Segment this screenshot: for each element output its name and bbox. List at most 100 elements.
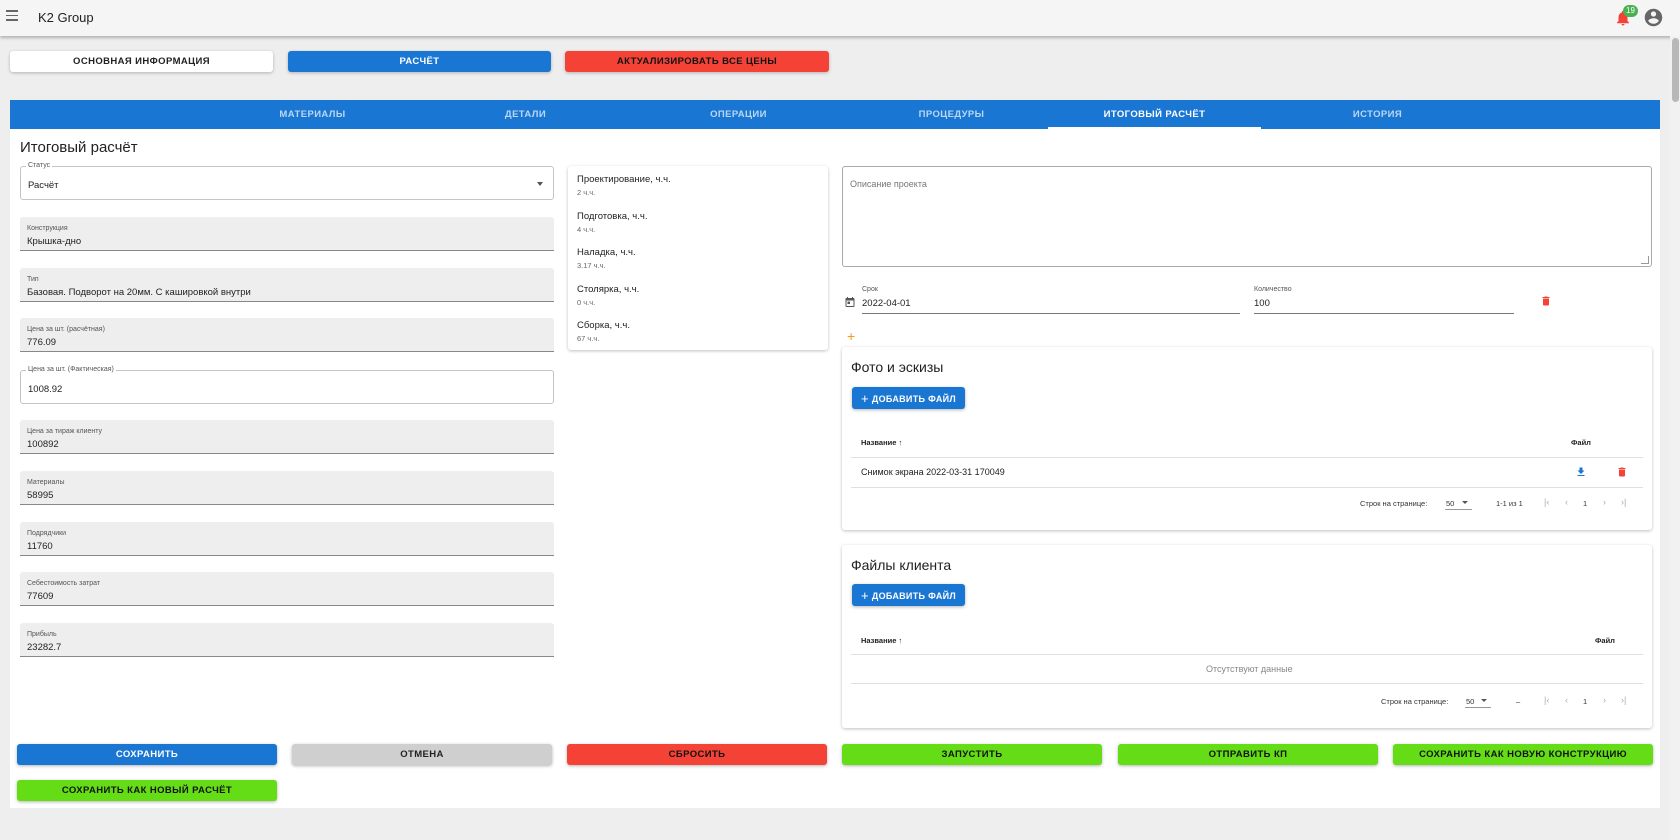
send-kp-button[interactable]: ОТПРАВИТЬ КП	[1118, 744, 1378, 765]
status-select[interactable]: Статус Расчёт	[20, 162, 554, 200]
tab-details[interactable]: ДЕТАЛИ	[419, 100, 632, 129]
hours-item: Сборка, ч.ч. 67 ч.ч.	[577, 320, 630, 343]
quantity-field[interactable]: Количество 100	[1254, 286, 1514, 314]
add-icon[interactable]: +	[847, 329, 855, 343]
profit-value: 23282.7	[27, 642, 62, 653]
hours-item-value: 67 ч.ч.	[577, 334, 600, 343]
contractors-value: 11760	[27, 541, 53, 552]
materials-label: Материалы	[27, 479, 65, 486]
price-run-label: Цена за тираж клиенту	[27, 428, 103, 435]
file-name-cell: Снимок экрана 2022-03-31 170049	[861, 467, 1005, 477]
chevron-down-icon	[1481, 699, 1487, 702]
main-info-button[interactable]: ОСНОВНАЯ ИНФОРМАЦИЯ	[10, 51, 273, 72]
delete-icon[interactable]	[1616, 465, 1628, 479]
divider	[851, 487, 1643, 488]
materials-value: 58995	[27, 490, 54, 501]
tab-history[interactable]: ИСТОРИЯ	[1271, 100, 1484, 129]
tab-final-calculation[interactable]: ИТОГОВЫЙ РАСЧЁТ	[1048, 100, 1261, 129]
add-photo-label: ДОБАВИТЬ ФАЙЛ	[871, 393, 957, 404]
delete-icon[interactable]	[1540, 294, 1552, 308]
tab-materials[interactable]: МАТЕРИАЛЫ	[206, 100, 419, 129]
hours-item-name: Подготовка, ч.ч.	[577, 211, 648, 222]
add-photo-button[interactable]: + ДОБАВИТЬ ФАЙЛ	[852, 387, 965, 409]
page-range: 1-1 из 1	[1496, 499, 1523, 508]
column-header-name-label: Название	[861, 438, 897, 447]
deadline-field[interactable]: Срок 2022-04-01	[862, 286, 1240, 314]
sort-arrow-icon: ↑	[898, 636, 903, 645]
column-header-name-label: Название	[861, 636, 897, 645]
hours-card: Проектирование, ч.ч. 2 ч.ч. Подготовка, …	[568, 166, 828, 350]
status-value: Расчёт	[28, 180, 59, 191]
hours-item-value: 3.17 ч.ч.	[577, 261, 606, 270]
page-range: –	[1516, 697, 1521, 706]
column-header-name[interactable]: Название ↑	[861, 438, 902, 447]
column-header-name[interactable]: Название ↑	[861, 636, 902, 645]
page-title: Итоговый расчёт	[20, 139, 138, 156]
hours-item: Подготовка, ч.ч. 4 ч.ч.	[577, 211, 647, 234]
tab-operations[interactable]: ОПЕРАЦИИ	[632, 100, 845, 129]
quantity-label: Количество	[1254, 286, 1292, 293]
client-files-card: Файлы клиента + ДОБАВИТЬ ФАЙЛ Название ↑ …	[842, 545, 1652, 728]
type-field[interactable]: Тип Базовая. Подворот на 20мм. С каширoв…	[20, 268, 554, 302]
last-page-icon[interactable]: ›|	[1621, 497, 1626, 507]
profit-field[interactable]: Прибыль 23282.7	[20, 623, 554, 657]
price-actual-value: 1008.92	[28, 384, 63, 395]
first-page-icon[interactable]: |‹	[1544, 497, 1549, 507]
menu-icon[interactable]	[6, 10, 18, 24]
account-icon[interactable]	[1643, 7, 1664, 28]
cost-field[interactable]: Себестоимость затрат 77609	[20, 572, 554, 606]
tab-procedures[interactable]: ПРОЦЕДУРЫ	[845, 100, 1058, 129]
last-page-icon[interactable]: ›|	[1621, 695, 1626, 705]
construction-label: Конструкция	[27, 225, 68, 232]
app-bar: K2 Group 19	[0, 0, 1680, 36]
prev-page-icon[interactable]: ‹	[1565, 695, 1568, 705]
contractors-label: Подрядчики	[27, 530, 67, 537]
add-client-file-button[interactable]: + ДОБАВИТЬ ФАЙЛ	[852, 584, 965, 606]
rows-per-page-select[interactable]: 50	[1465, 694, 1491, 708]
update-prices-button[interactable]: АКТУАЛИЗИРОВАТЬ ВСЕ ЦЕНЫ	[565, 51, 829, 72]
construction-field[interactable]: Конструкция Крышка-дно	[20, 217, 554, 251]
tab-bar: МАТЕРИАЛЫ ДЕТАЛИ ОПЕРАЦИИ ПРОЦЕДУРЫ ИТОГ…	[10, 100, 1660, 129]
status-label: Статус	[26, 162, 53, 169]
photos-title: Фото и эскизы	[851, 359, 944, 375]
save-new-calculation-button[interactable]: СОХРАНИТЬ КАК НОВЫЙ РАСЧЁТ	[17, 780, 277, 801]
next-page-icon[interactable]: ›	[1603, 497, 1606, 507]
cancel-button[interactable]: ОТМЕНА	[292, 744, 552, 765]
rows-per-page-value: 50	[1446, 499, 1455, 508]
calendar-icon[interactable]	[844, 296, 856, 308]
hours-item: Проектирование, ч.ч. 2 ч.ч.	[577, 174, 671, 197]
hours-item-name: Проектирование, ч.ч.	[577, 174, 671, 185]
calculation-button[interactable]: РАСЧЁТ	[288, 51, 551, 72]
chevron-down-icon	[537, 182, 543, 186]
client-files-title: Файлы клиента	[851, 557, 952, 573]
first-page-icon[interactable]: |‹	[1544, 695, 1549, 705]
price-run-field[interactable]: Цена за тираж клиенту 100892	[20, 420, 554, 454]
save-button[interactable]: СОХРАНИТЬ	[17, 744, 277, 765]
quantity-value: 100	[1254, 298, 1270, 309]
prev-page-icon[interactable]: ‹	[1565, 497, 1568, 507]
save-new-construction-button[interactable]: СОХРАНИТЬ КАК НОВУЮ КОНСТРУКЦИЮ	[1393, 744, 1653, 765]
resize-handle[interactable]	[1641, 256, 1649, 264]
price-calc-field[interactable]: Цена за шт. (расчётная) 776.09	[20, 318, 554, 352]
plus-icon: +	[860, 587, 869, 603]
project-description-textarea[interactable]: Описание проекта	[842, 166, 1652, 267]
materials-field[interactable]: Материалы 58995	[20, 471, 554, 505]
contractors-field[interactable]: Подрядчики 11760	[20, 522, 554, 556]
hours-item-value: 2 ч.ч.	[577, 188, 596, 197]
scrollbar-thumb[interactable]	[1672, 38, 1679, 102]
sort-arrow-icon: ↑	[898, 438, 903, 447]
chevron-down-icon	[1462, 501, 1468, 504]
rows-per-page-select[interactable]: 50	[1445, 496, 1472, 510]
page-number: 1	[1583, 499, 1588, 508]
reset-button[interactable]: СБРОСИТЬ	[567, 744, 827, 765]
price-actual-field[interactable]: Цена за шт. (Фактическая) 1008.92	[20, 366, 554, 404]
rows-per-page-label: Строк на странице:	[1381, 697, 1449, 706]
price-run-value: 100892	[27, 439, 59, 450]
hours-item-value: 4 ч.ч.	[577, 225, 596, 234]
hours-item: Наладка, ч.ч. 3.17 ч.ч.	[577, 247, 636, 270]
next-page-icon[interactable]: ›	[1603, 695, 1606, 705]
page-scrollbar[interactable]	[1670, 36, 1680, 840]
divider	[851, 457, 1643, 458]
run-button[interactable]: ЗАПУСТИТЬ	[842, 744, 1102, 765]
download-icon[interactable]	[1575, 466, 1587, 478]
